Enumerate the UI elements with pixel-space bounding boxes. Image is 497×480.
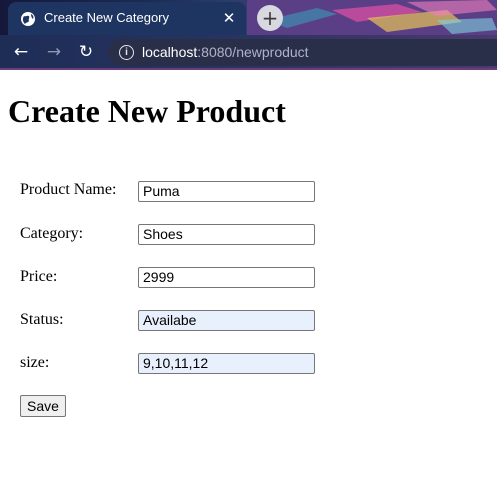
price-input[interactable]: 2999 — [138, 267, 315, 288]
save-button[interactable]: Save — [20, 395, 66, 417]
reload-icon[interactable]: ↻ — [75, 42, 97, 64]
browser-toolbar: ← → ↻ i localhost:8080/newproduct — [0, 35, 497, 70]
tab-title: Create New Category — [44, 10, 169, 25]
size-input[interactable]: 9,10,11,12 — [138, 353, 315, 374]
new-tab-button[interactable]: + — [257, 5, 283, 31]
status-input[interactable]: Availabe — [138, 310, 315, 331]
category-input[interactable]: Shoes — [138, 224, 315, 245]
product-name-label: Product Name: — [20, 181, 117, 198]
price-label: Price: — [20, 268, 58, 285]
tab-create-new-category[interactable]: Create New Category ✕ — [8, 2, 246, 35]
close-tab-icon[interactable]: ✕ — [220, 9, 238, 27]
product-name-input[interactable]: Puma — [138, 181, 315, 202]
site-info-icon[interactable]: i — [119, 45, 134, 60]
category-label: Category: — [20, 225, 84, 242]
tab-strip: Create New Category ✕ + — [0, 0, 497, 35]
url-path: :8080/newproduct — [197, 44, 309, 60]
forward-arrow-icon[interactable]: → — [43, 42, 65, 64]
page-content: Create New Product Product Name: Puma Ca… — [0, 70, 497, 480]
browser-theme-decoration — [247, 0, 497, 35]
globe-icon — [21, 12, 35, 26]
address-bar[interactable]: i localhost:8080/newproduct — [108, 39, 497, 66]
status-label: Status: — [20, 311, 64, 328]
page-title: Create New Product — [8, 93, 286, 129]
url-host: localhost — [142, 44, 198, 60]
back-arrow-icon[interactable]: ← — [10, 42, 32, 64]
size-label: size: — [20, 354, 50, 371]
url-text[interactable]: localhost:8080/newproduct — [142, 44, 309, 60]
